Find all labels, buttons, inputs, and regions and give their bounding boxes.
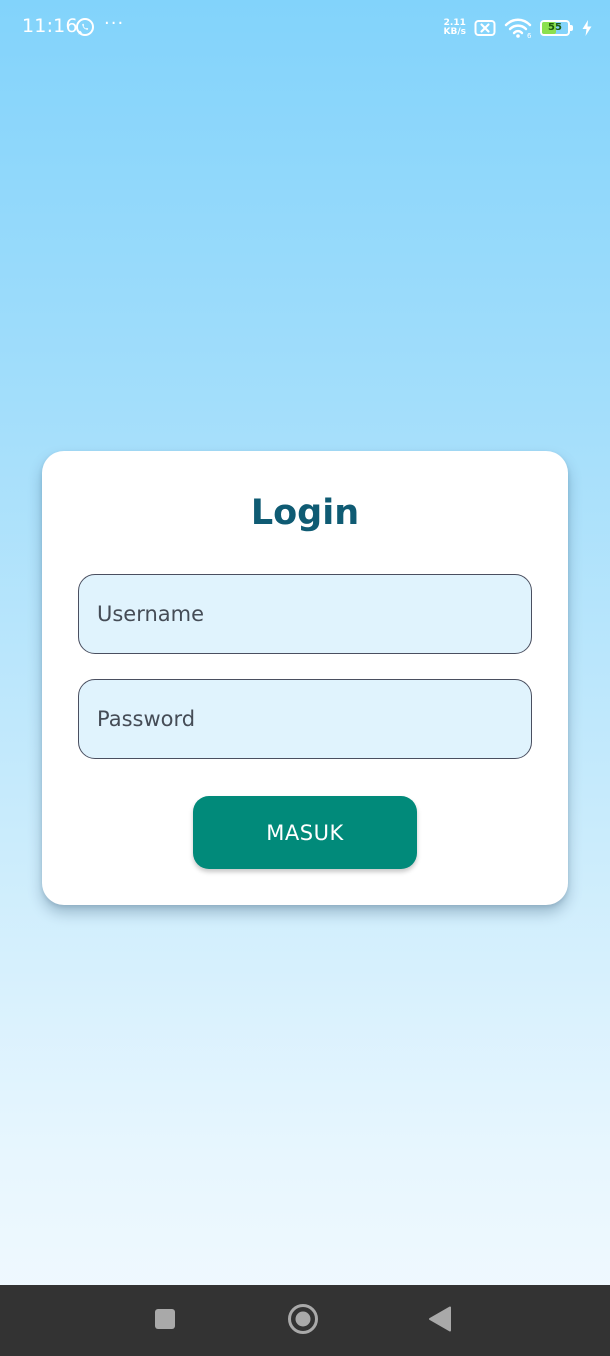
network-speed: 2.11 KB/s: [444, 19, 466, 37]
back-triangle-icon: [428, 1306, 452, 1336]
whatsapp-icon: [75, 17, 95, 37]
status-time: 11:16: [22, 15, 78, 37]
wifi-icon: 6: [504, 17, 532, 39]
battery-level: 55: [548, 22, 562, 33]
home-circle-icon: [287, 1303, 319, 1339]
network-speed-unit: KB/s: [443, 27, 466, 37]
battery-icon: 55: [540, 20, 574, 36]
status-bar: 11:16 ··· 2.11 KB/s 6 55: [0, 0, 610, 56]
password-input[interactable]: [78, 679, 532, 759]
svg-text:6: 6: [527, 32, 532, 39]
status-icons: 2.11 KB/s 6 55: [444, 14, 592, 42]
navigation-bar: [0, 1285, 610, 1356]
more-notifications-icon: ···: [104, 13, 125, 34]
back-button[interactable]: [405, 1285, 475, 1356]
recents-square-icon: [154, 1308, 176, 1334]
username-input[interactable]: [78, 574, 532, 654]
no-sim-icon: [474, 19, 496, 37]
login-title: Login: [250, 493, 360, 533]
home-button[interactable]: [268, 1285, 338, 1356]
recents-button[interactable]: [130, 1285, 200, 1356]
masuk-button[interactable]: MASUK: [193, 796, 417, 869]
charging-bolt-icon: [582, 20, 592, 36]
